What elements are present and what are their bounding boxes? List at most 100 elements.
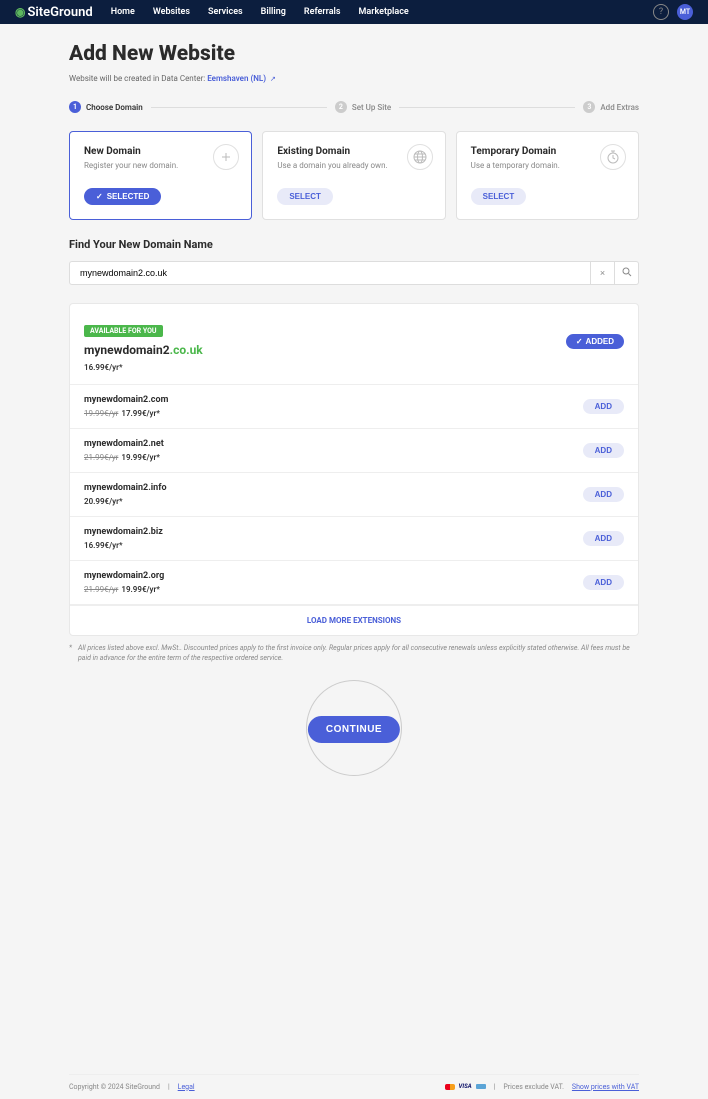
- add-button[interactable]: ADD: [583, 531, 624, 546]
- main-domain-name: mynewdomain2: [84, 343, 170, 357]
- nav-referrals[interactable]: Referrals: [304, 7, 341, 17]
- search-icon: [622, 267, 632, 277]
- step-3-label: Add Extras: [600, 103, 639, 112]
- step-2-circle: 2: [335, 101, 347, 113]
- search-row: ×: [69, 261, 639, 285]
- step-2-label: Set Up Site: [352, 103, 391, 112]
- current-price: 17.99€/yr*: [121, 409, 160, 418]
- option-cards: New Domain Register your new domain. ✓ S…: [69, 131, 639, 220]
- old-price: 21.99€/yr: [84, 453, 118, 462]
- current-price: 16.99€/yr*: [84, 541, 123, 550]
- current-price: 19.99€/yr*: [121, 585, 160, 594]
- disclaimer: * All prices listed above excl. MwSt.. D…: [69, 644, 639, 664]
- old-price: 19.99€/yr: [84, 409, 118, 418]
- domain-search-input[interactable]: [69, 261, 591, 285]
- ext-price: 19.99€/yr17.99€/yr*: [84, 409, 168, 418]
- visa-icon: VISA: [459, 1083, 472, 1090]
- mastercard-icon: [445, 1084, 455, 1090]
- step-3-circle: 3: [583, 101, 595, 113]
- vat-text: Prices exclude VAT.: [503, 1083, 564, 1091]
- ext-row-org: mynewdomain2.org 21.99€/yr19.99€/yr* ADD: [70, 561, 638, 605]
- subtitle-prefix: Website will be created in Data Center:: [69, 74, 207, 83]
- nav-websites[interactable]: Websites: [153, 7, 190, 17]
- select-button[interactable]: SELECT: [471, 188, 527, 205]
- top-nav: ◉ SiteGround Home Websites Services Bill…: [0, 0, 708, 24]
- search-button[interactable]: [615, 261, 639, 285]
- load-more-button[interactable]: LOAD MORE EXTENSIONS: [70, 605, 638, 635]
- page-title: Add New Website: [69, 42, 639, 66]
- ext-row-biz: mynewdomain2.biz 16.99€/yr* ADD: [70, 517, 638, 561]
- continue-button[interactable]: CONTINUE: [308, 716, 400, 743]
- main-price: 16.99€/yr*: [84, 363, 624, 372]
- add-button[interactable]: ADD: [583, 443, 624, 458]
- ext-domain: mynewdomain2.net: [84, 439, 164, 449]
- nav-billing[interactable]: Billing: [261, 7, 286, 17]
- step-line-2: [399, 107, 575, 108]
- datacenter-link[interactable]: Eemshaven (NL): [207, 74, 266, 83]
- step-1: 1 Choose Domain: [69, 101, 143, 113]
- ext-domain: mynewdomain2.info: [84, 483, 167, 493]
- added-label: ADDED: [586, 337, 614, 346]
- step-1-label: Choose Domain: [86, 103, 143, 112]
- ext-domain: mynewdomain2.com: [84, 395, 168, 405]
- ext-price: 21.99€/yr19.99€/yr*: [84, 585, 164, 594]
- option-temporary-domain[interactable]: Temporary Domain Use a temporary domain.…: [456, 131, 639, 220]
- payment-icon: [476, 1084, 486, 1089]
- main-result: AVAILABLE FOR YOU mynewdomain2.co.uk 16.…: [70, 304, 638, 385]
- separator: |: [494, 1083, 496, 1091]
- logo-text: SiteGround: [27, 5, 92, 20]
- nav-links: Home Websites Services Billing Referrals…: [111, 7, 409, 17]
- current-price: 19.99€/yr*: [121, 453, 160, 462]
- check-icon: ✓: [96, 192, 103, 201]
- old-price: 21.99€/yr: [84, 585, 118, 594]
- selected-button[interactable]: ✓ SELECTED: [84, 188, 161, 205]
- main-domain: mynewdomain2.co.uk: [84, 343, 624, 357]
- continue-wrap: CONTINUE: [69, 680, 639, 776]
- ext-domain: mynewdomain2.biz: [84, 527, 163, 537]
- ext-price: 21.99€/yr19.99€/yr*: [84, 453, 164, 462]
- stepper: 1 Choose Domain 2 Set Up Site 3 Add Extr…: [69, 101, 639, 113]
- copyright: Copyright © 2024 SiteGround: [69, 1083, 160, 1091]
- select-button[interactable]: SELECT: [277, 188, 333, 205]
- selected-label: SELECTED: [107, 192, 150, 201]
- clock-icon: [600, 144, 626, 170]
- results-panel: AVAILABLE FOR YOU mynewdomain2.co.uk 16.…: [69, 303, 639, 636]
- ext-row-info: mynewdomain2.info 20.99€/yr* ADD: [70, 473, 638, 517]
- option-new-domain[interactable]: New Domain Register your new domain. ✓ S…: [69, 131, 252, 220]
- legal-link[interactable]: Legal: [178, 1083, 195, 1091]
- ext-row-com: mynewdomain2.com 19.99€/yr17.99€/yr* ADD: [70, 385, 638, 429]
- add-button[interactable]: ADD: [583, 487, 624, 502]
- nav-services[interactable]: Services: [208, 7, 243, 17]
- current-price: 20.99€/yr*: [84, 497, 123, 506]
- globe-icon: [407, 144, 433, 170]
- ext-domain: mynewdomain2.org: [84, 571, 164, 581]
- step-2: 2 Set Up Site: [335, 101, 391, 113]
- help-icon[interactable]: ?: [653, 4, 669, 20]
- footer: Copyright © 2024 SiteGround | Legal VISA…: [69, 1074, 639, 1099]
- external-link-icon: ↗: [270, 75, 276, 83]
- payment-icons: VISA: [445, 1083, 486, 1090]
- step-3: 3 Add Extras: [583, 101, 639, 113]
- add-button[interactable]: ADD: [583, 399, 624, 414]
- step-line-1: [151, 107, 327, 108]
- vat-link[interactable]: Show prices with VAT: [572, 1083, 639, 1091]
- ext-price: 20.99€/yr*: [84, 497, 167, 506]
- search-title: Find Your New Domain Name: [69, 238, 639, 251]
- logo[interactable]: ◉ SiteGround: [15, 5, 93, 20]
- avatar[interactable]: MT: [677, 4, 693, 20]
- ext-price: 16.99€/yr*: [84, 541, 163, 550]
- nav-marketplace[interactable]: Marketplace: [359, 7, 409, 17]
- logo-icon: ◉: [15, 5, 25, 19]
- disclaimer-text: All prices listed above excl. MwSt.. Dis…: [78, 644, 639, 664]
- added-button[interactable]: ✓ ADDED: [566, 334, 624, 349]
- nav-home[interactable]: Home: [111, 7, 135, 17]
- clear-button[interactable]: ×: [591, 261, 615, 285]
- available-badge: AVAILABLE FOR YOU: [84, 325, 163, 337]
- main-domain-tld: .co.uk: [170, 343, 203, 357]
- add-button[interactable]: ADD: [583, 575, 624, 590]
- option-existing-domain[interactable]: Existing Domain Use a domain you already…: [262, 131, 445, 220]
- check-icon: ✓: [576, 337, 583, 346]
- ext-row-net: mynewdomain2.net 21.99€/yr19.99€/yr* ADD: [70, 429, 638, 473]
- separator: |: [168, 1083, 170, 1091]
- step-1-circle: 1: [69, 101, 81, 113]
